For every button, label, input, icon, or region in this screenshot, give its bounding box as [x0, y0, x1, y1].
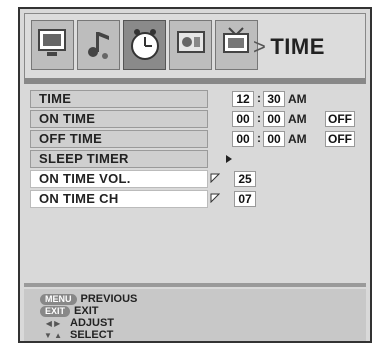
help-adjust: ◀ ▶ ADJUST	[40, 317, 114, 329]
clock-icon	[131, 29, 159, 60]
channel-tab[interactable]	[215, 20, 258, 70]
hour-value[interactable]: 12	[232, 91, 254, 107]
tv-picture-tab[interactable]	[31, 20, 74, 70]
channel-icon	[223, 27, 249, 53]
help-previous: MENU PREVIOUS	[40, 293, 137, 305]
row-on-time-vol[interactable]: ON TIME VOL. 25	[26, 169, 366, 189]
row-off-time[interactable]: OFF TIME 00 : 00 AM OFF	[26, 129, 366, 149]
submenu-arrow-icon	[226, 155, 232, 163]
minute-value[interactable]: 00	[263, 111, 285, 127]
minute-value[interactable]: 30	[263, 91, 285, 107]
status-value[interactable]: OFF	[325, 131, 355, 147]
left-right-arrows-icon: ◀ ▶	[45, 318, 61, 328]
row-on-time-ch[interactable]: ON TIME CH 07	[26, 189, 366, 209]
page-title-text: TIME	[270, 34, 325, 59]
help-exit-text: EXIT	[74, 305, 99, 317]
edit-pointer-icon	[210, 193, 220, 203]
row-label: ON TIME VOL.	[30, 170, 208, 188]
key-help-footer: MENU PREVIOUS EXIT EXIT ◀ ▶ ADJUST ▼ ▲ S…	[24, 289, 366, 341]
up-down-arrows-icon: ▼ ▲	[43, 330, 63, 340]
music-note-icon	[88, 32, 109, 59]
menu-header: > TIME	[24, 13, 366, 79]
row-on-time[interactable]: ON TIME 00 : 00 AM OFF	[26, 109, 366, 129]
osd-menu-panel: > TIME TIME 12 : 30 AM ON TIME 00 : 00 AM…	[18, 7, 372, 343]
row-label: SLEEP TIMER	[30, 150, 208, 168]
colon: :	[257, 111, 261, 125]
hour-value[interactable]: 00	[232, 111, 254, 127]
edit-pointer-icon	[210, 173, 220, 183]
volume-value[interactable]: 25	[234, 171, 256, 187]
help-exit: EXIT EXIT	[40, 305, 98, 317]
menu-tabs	[31, 20, 261, 72]
ampm-value: AM	[288, 132, 307, 146]
row-label: OFF TIME	[30, 130, 208, 148]
row-label: ON TIME	[30, 110, 208, 128]
ampm-value: AM	[288, 112, 307, 126]
minute-value[interactable]: 00	[263, 131, 285, 147]
help-select-text: SELECT	[70, 329, 114, 341]
status-value[interactable]: OFF	[325, 111, 355, 127]
row-label: TIME	[30, 90, 208, 108]
settings-list: TIME 12 : 30 AM ON TIME 00 : 00 AM OFF O…	[26, 89, 366, 209]
menu-key-pill: MENU	[40, 293, 77, 305]
audio-tab[interactable]	[77, 20, 120, 70]
header-divider	[24, 79, 366, 84]
colon: :	[257, 91, 261, 105]
page-title: > TIME	[253, 34, 325, 60]
setup-icon	[177, 31, 205, 53]
row-sleep-timer[interactable]: SLEEP TIMER	[26, 149, 366, 169]
help-previous-text: PREVIOUS	[80, 293, 138, 305]
tv-icon	[38, 29, 66, 56]
channel-value[interactable]: 07	[234, 191, 256, 207]
row-time[interactable]: TIME 12 : 30 AM	[26, 89, 366, 109]
row-label: ON TIME CH	[30, 190, 208, 208]
breadcrumb-arrow: >	[253, 34, 267, 59]
footer-divider	[24, 283, 366, 287]
time-tab[interactable]	[123, 20, 166, 70]
ampm-value: AM	[288, 92, 307, 106]
hour-value[interactable]: 00	[232, 131, 254, 147]
exit-key-pill: EXIT	[40, 305, 71, 317]
colon: :	[257, 131, 261, 145]
help-adjust-text: ADJUST	[70, 317, 115, 329]
setup-tab[interactable]	[169, 20, 212, 70]
help-select: ▼ ▲ SELECT	[40, 329, 113, 341]
